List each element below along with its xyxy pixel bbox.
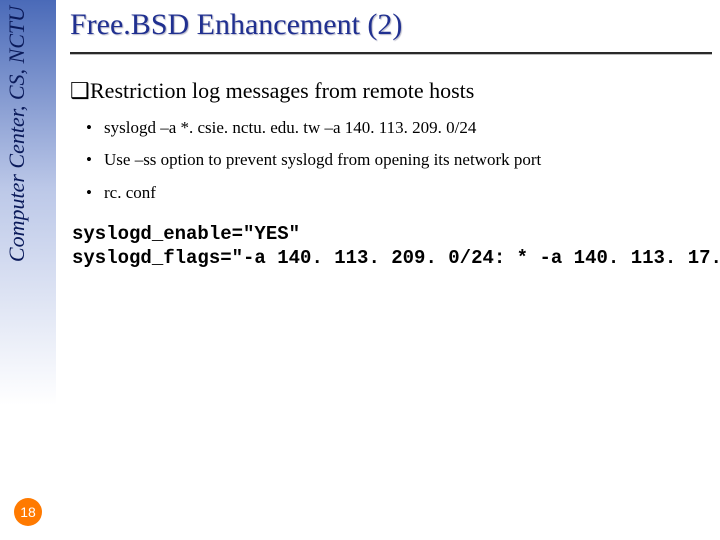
bullet-list: syslogd –a *. csie. nctu. edu. tw –a 140… xyxy=(70,112,712,209)
bullet-square-icon: ❑ xyxy=(70,78,84,104)
list-item: syslogd –a *. csie. nctu. edu. tw –a 140… xyxy=(104,112,712,144)
page-number-badge: 18 xyxy=(14,498,42,526)
list-item: Use –ss option to prevent syslogd from o… xyxy=(104,144,712,176)
sidebar-gradient: Computer Center, CS, NCTU xyxy=(0,0,56,540)
code-line: syslogd_flags="-a 140. 113. 209. 0/24: *… xyxy=(72,247,720,269)
section-heading: ❑Restriction log messages from remote ho… xyxy=(70,78,712,104)
code-block: syslogd_enable="YES" syslogd_flags="-a 1… xyxy=(72,223,712,271)
list-item: rc. conf xyxy=(104,177,712,209)
slide-content: Free.BSD Enhancement (2) ❑Restriction lo… xyxy=(70,0,712,270)
section-heading-text: Restriction log messages from remote hos… xyxy=(90,78,474,103)
slide-title: Free.BSD Enhancement (2) xyxy=(70,8,712,52)
title-divider xyxy=(70,52,712,54)
sidebar-org-text: Computer Center, CS, NCTU xyxy=(4,6,30,262)
code-line: syslogd_enable="YES" xyxy=(72,223,300,245)
